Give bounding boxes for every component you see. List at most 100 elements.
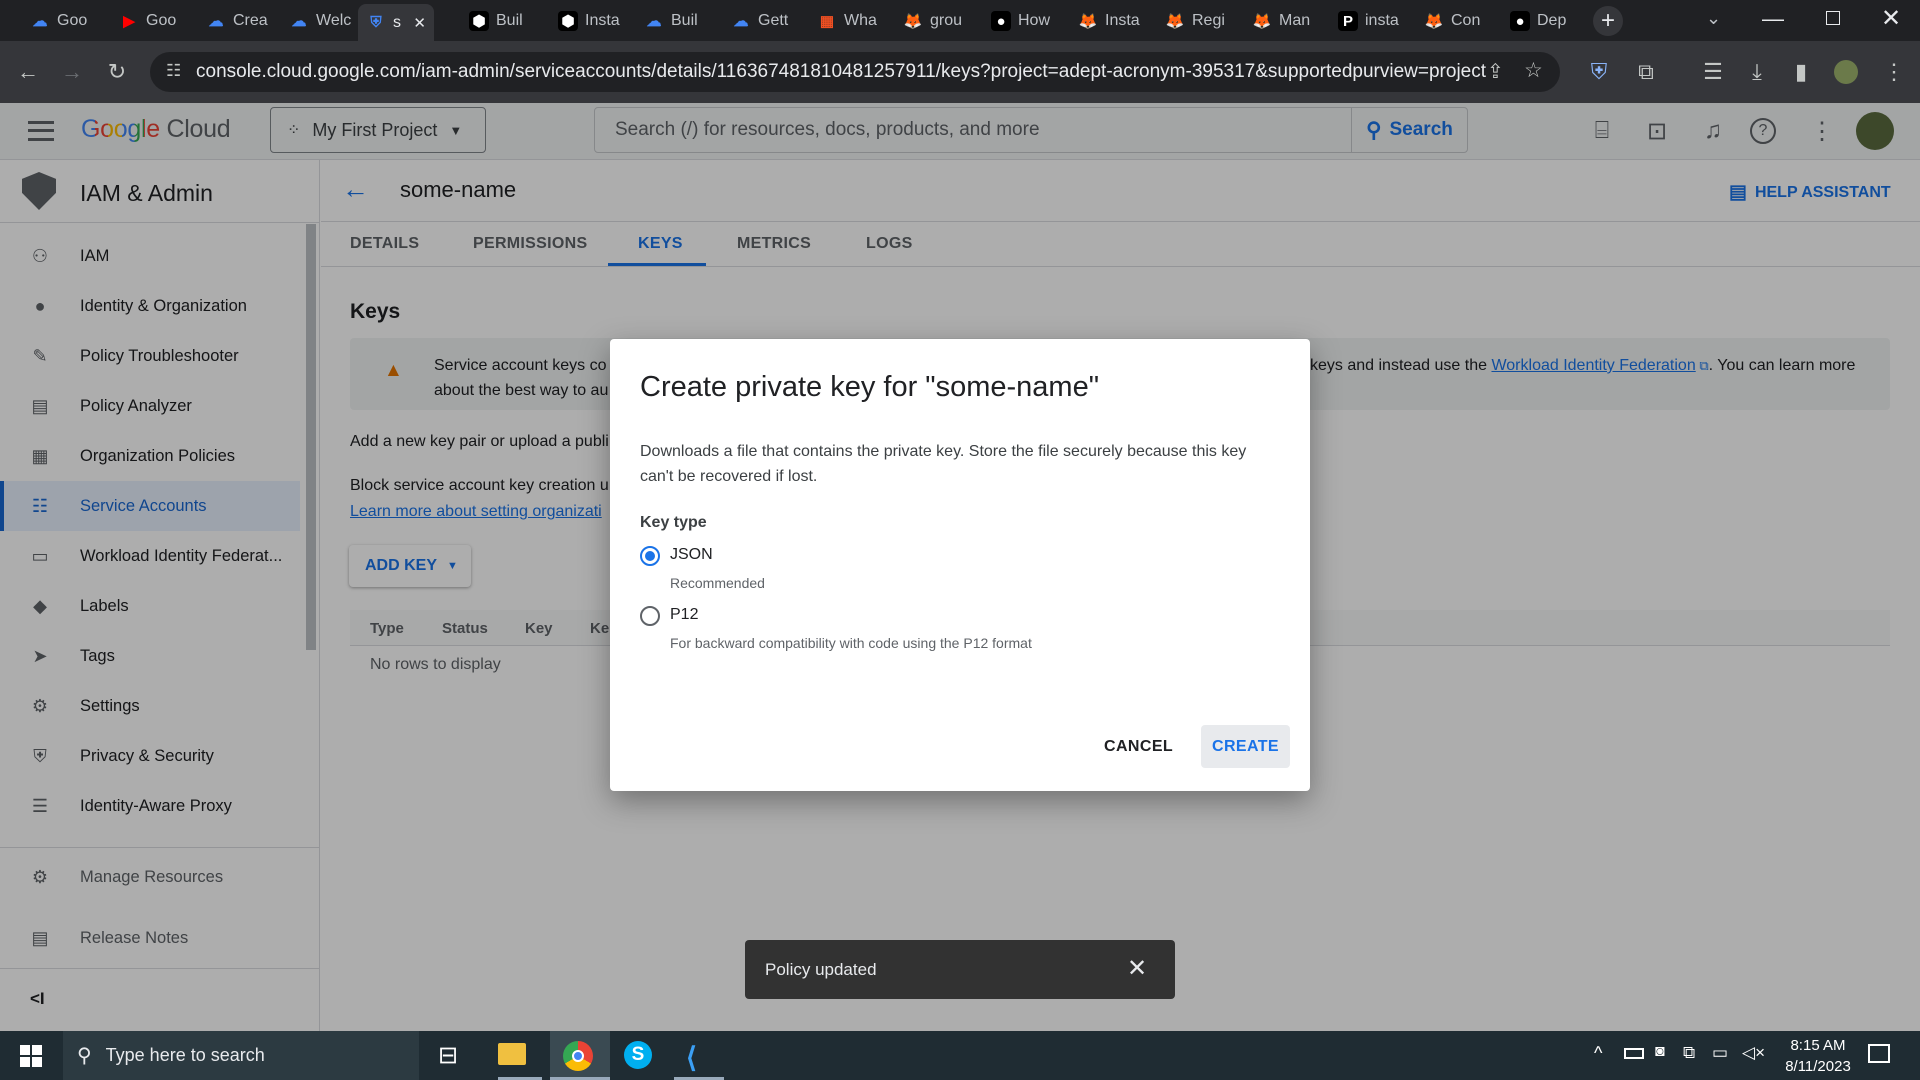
- browser-tab[interactable]: ● How: [983, 6, 1063, 36]
- profile-avatar[interactable]: [1834, 60, 1858, 84]
- new-tab-button[interactable]: +: [1593, 6, 1623, 36]
- back-arrow-icon[interactable]: ←: [12, 56, 44, 88]
- browser-tab-label: Goo: [57, 12, 88, 29]
- p-icon: P: [1338, 11, 1358, 31]
- battery-icon[interactable]: [1624, 1048, 1644, 1059]
- snackbar-message: Policy updated: [765, 959, 877, 979]
- extension-shield-icon[interactable]: ⛨: [1583, 56, 1615, 88]
- browser-tab-label: Regi: [1192, 12, 1225, 29]
- browser-tab[interactable]: ● Dep: [1502, 6, 1582, 36]
- display-icon[interactable]: ⧉: [1683, 1043, 1695, 1063]
- browser-tab-label: s: [393, 13, 401, 31]
- browser-tab[interactable]: ▦ Wha: [809, 6, 889, 36]
- browser-tab[interactable]: ⬢ Buil: [461, 6, 541, 36]
- browser-tab-strip: ☁ Goo ▶ Goo ☁ Crea ☁ Welc ⛨ s ✕ ⬢ Buil ⬢ Insta ☁ Buil ☁ Ge…: [0, 0, 1920, 41]
- share-icon[interactable]: ⇪: [1487, 59, 1504, 84]
- forward-arrow-icon[interactable]: →: [56, 56, 88, 88]
- dialog-title: Create private key for "some-name": [640, 371, 1099, 403]
- browser-tab[interactable]: ☁ Goo: [22, 6, 102, 36]
- clock[interactable]: 8:15 AM 8/11/2023: [1770, 1035, 1866, 1077]
- windows-taskbar: ⚲ Type here to search ⊟ S ⟨ ^ ◙ ⧉ ▭ ◁× 8…: [0, 1031, 1920, 1080]
- camera-icon[interactable]: ◙: [1655, 1043, 1665, 1061]
- minimize-button[interactable]: —: [1762, 6, 1784, 32]
- browser-tab[interactable]: ☁ Gett: [723, 6, 803, 36]
- google-cloud-icon: ☁: [32, 13, 48, 30]
- browser-tab[interactable]: ⛨ s ✕: [358, 4, 434, 41]
- hashicorp-icon: ⬢: [558, 11, 578, 31]
- clock-time: 8:15 AM: [1790, 1037, 1846, 1054]
- google-cloud-icon: ☁: [291, 13, 307, 30]
- close-tab-icon[interactable]: ✕: [413, 14, 426, 32]
- browser-tab-label: Dep: [1537, 12, 1567, 29]
- chrome-menu-icon[interactable]: ⋮: [1878, 56, 1910, 88]
- browser-tab-label: Insta: [1105, 12, 1140, 29]
- tab-search-chevron-icon[interactable]: ⌄: [1706, 8, 1721, 29]
- tray-chevron-icon[interactable]: ^: [1594, 1043, 1602, 1064]
- browser-tab[interactable]: ☁ Buil: [636, 6, 716, 36]
- create-button-label: CREATE: [1212, 737, 1279, 755]
- vscode-icon[interactable]: ⟨: [686, 1041, 697, 1074]
- gitlab-icon: 🦊: [1424, 13, 1444, 30]
- google-cloud-icon: ☁: [646, 13, 662, 30]
- notifications-icon[interactable]: [1868, 1044, 1890, 1063]
- windows-start-icon[interactable]: [20, 1045, 42, 1067]
- browser-tab[interactable]: 🦊 Con: [1416, 6, 1496, 36]
- close-icon[interactable]: ✕: [1127, 954, 1147, 983]
- browser-tab[interactable]: 🦊 Insta: [1070, 6, 1150, 36]
- create-button[interactable]: CREATE: [1201, 725, 1290, 768]
- browser-tab[interactable]: 🦊 Man: [1244, 6, 1324, 36]
- p12-hint: For backward compatibility with code usi…: [670, 635, 1032, 651]
- cancel-button[interactable]: CANCEL: [1104, 738, 1173, 756]
- browser-tab-label: Goo: [146, 12, 177, 29]
- search-icon: ⚲: [77, 1045, 92, 1067]
- reload-icon[interactable]: ↻: [101, 56, 133, 88]
- taskbar-search-placeholder: Type here to search: [105, 1045, 265, 1065]
- gitlab-icon: 🦊: [903, 13, 923, 30]
- json-hint: Recommended: [670, 575, 765, 591]
- browser-tab-label: Insta: [585, 12, 620, 29]
- browser-tab-label: Wha: [844, 12, 877, 29]
- gitlab-icon: 🦊: [1078, 13, 1098, 30]
- browser-tab[interactable]: 🦊 grou: [895, 6, 975, 36]
- close-window-button[interactable]: ✕: [1881, 4, 1901, 33]
- skype-icon[interactable]: S: [624, 1041, 652, 1069]
- p12-label[interactable]: P12: [670, 606, 698, 624]
- browser-tab[interactable]: ⬢ Insta: [550, 6, 630, 36]
- clock-date: 8/11/2023: [1785, 1058, 1851, 1075]
- site-info-icon[interactable]: ☷: [166, 61, 181, 81]
- json-label[interactable]: JSON: [670, 546, 713, 564]
- hashicorp-icon: ⬢: [469, 11, 489, 31]
- address-bar[interactable]: ☷ console.cloud.google.com/iam-admin/ser…: [150, 52, 1560, 92]
- bookmark-star-icon[interactable]: ☆: [1524, 58, 1543, 83]
- browser-tab-label: Con: [1451, 12, 1481, 29]
- browser-tab[interactable]: Pinsta: [1330, 6, 1410, 36]
- download-icon[interactable]: ⤓: [1741, 56, 1773, 88]
- browser-tab-label: Crea: [233, 12, 268, 29]
- browser-tab[interactable]: 🦊 Regi: [1157, 6, 1237, 36]
- browser-tab[interactable]: ☁ Crea: [198, 6, 278, 36]
- json-radio[interactable]: [640, 546, 660, 566]
- youtube-icon: ▶: [123, 13, 135, 30]
- browser-tab-label: Man: [1279, 12, 1311, 29]
- media-queue-icon[interactable]: ☰: [1697, 56, 1729, 88]
- side-panel-icon[interactable]: ▮: [1785, 56, 1817, 88]
- medium-icon: ●: [1510, 11, 1530, 31]
- taskbar-search-box[interactable]: ⚲ Type here to search: [63, 1031, 419, 1080]
- key-type-label: Key type: [640, 514, 707, 531]
- browser-tab[interactable]: ▶ Goo: [111, 6, 191, 36]
- browser-tab-label: Welc: [316, 12, 352, 29]
- medium-icon: ●: [991, 11, 1011, 31]
- task-view-icon[interactable]: ⊟: [438, 1041, 458, 1070]
- shield-icon: ⛨: [370, 14, 382, 31]
- p12-radio[interactable]: [640, 606, 660, 626]
- browser-tab-label: insta: [1365, 12, 1399, 29]
- browser-tab[interactable]: ☁ Welc: [281, 6, 361, 36]
- restore-button[interactable]: [1826, 11, 1840, 25]
- extensions-puzzle-icon[interactable]: ⧉: [1630, 56, 1662, 88]
- snackbar: Policy updated ✕: [745, 940, 1175, 999]
- network-icon[interactable]: ▭: [1712, 1043, 1728, 1063]
- url-text: console.cloud.google.com/iam-admin/servi…: [196, 61, 1487, 82]
- file-explorer-icon[interactable]: [498, 1043, 526, 1065]
- chrome-icon[interactable]: [563, 1041, 593, 1071]
- volume-muted-icon[interactable]: ◁×: [1742, 1043, 1765, 1063]
